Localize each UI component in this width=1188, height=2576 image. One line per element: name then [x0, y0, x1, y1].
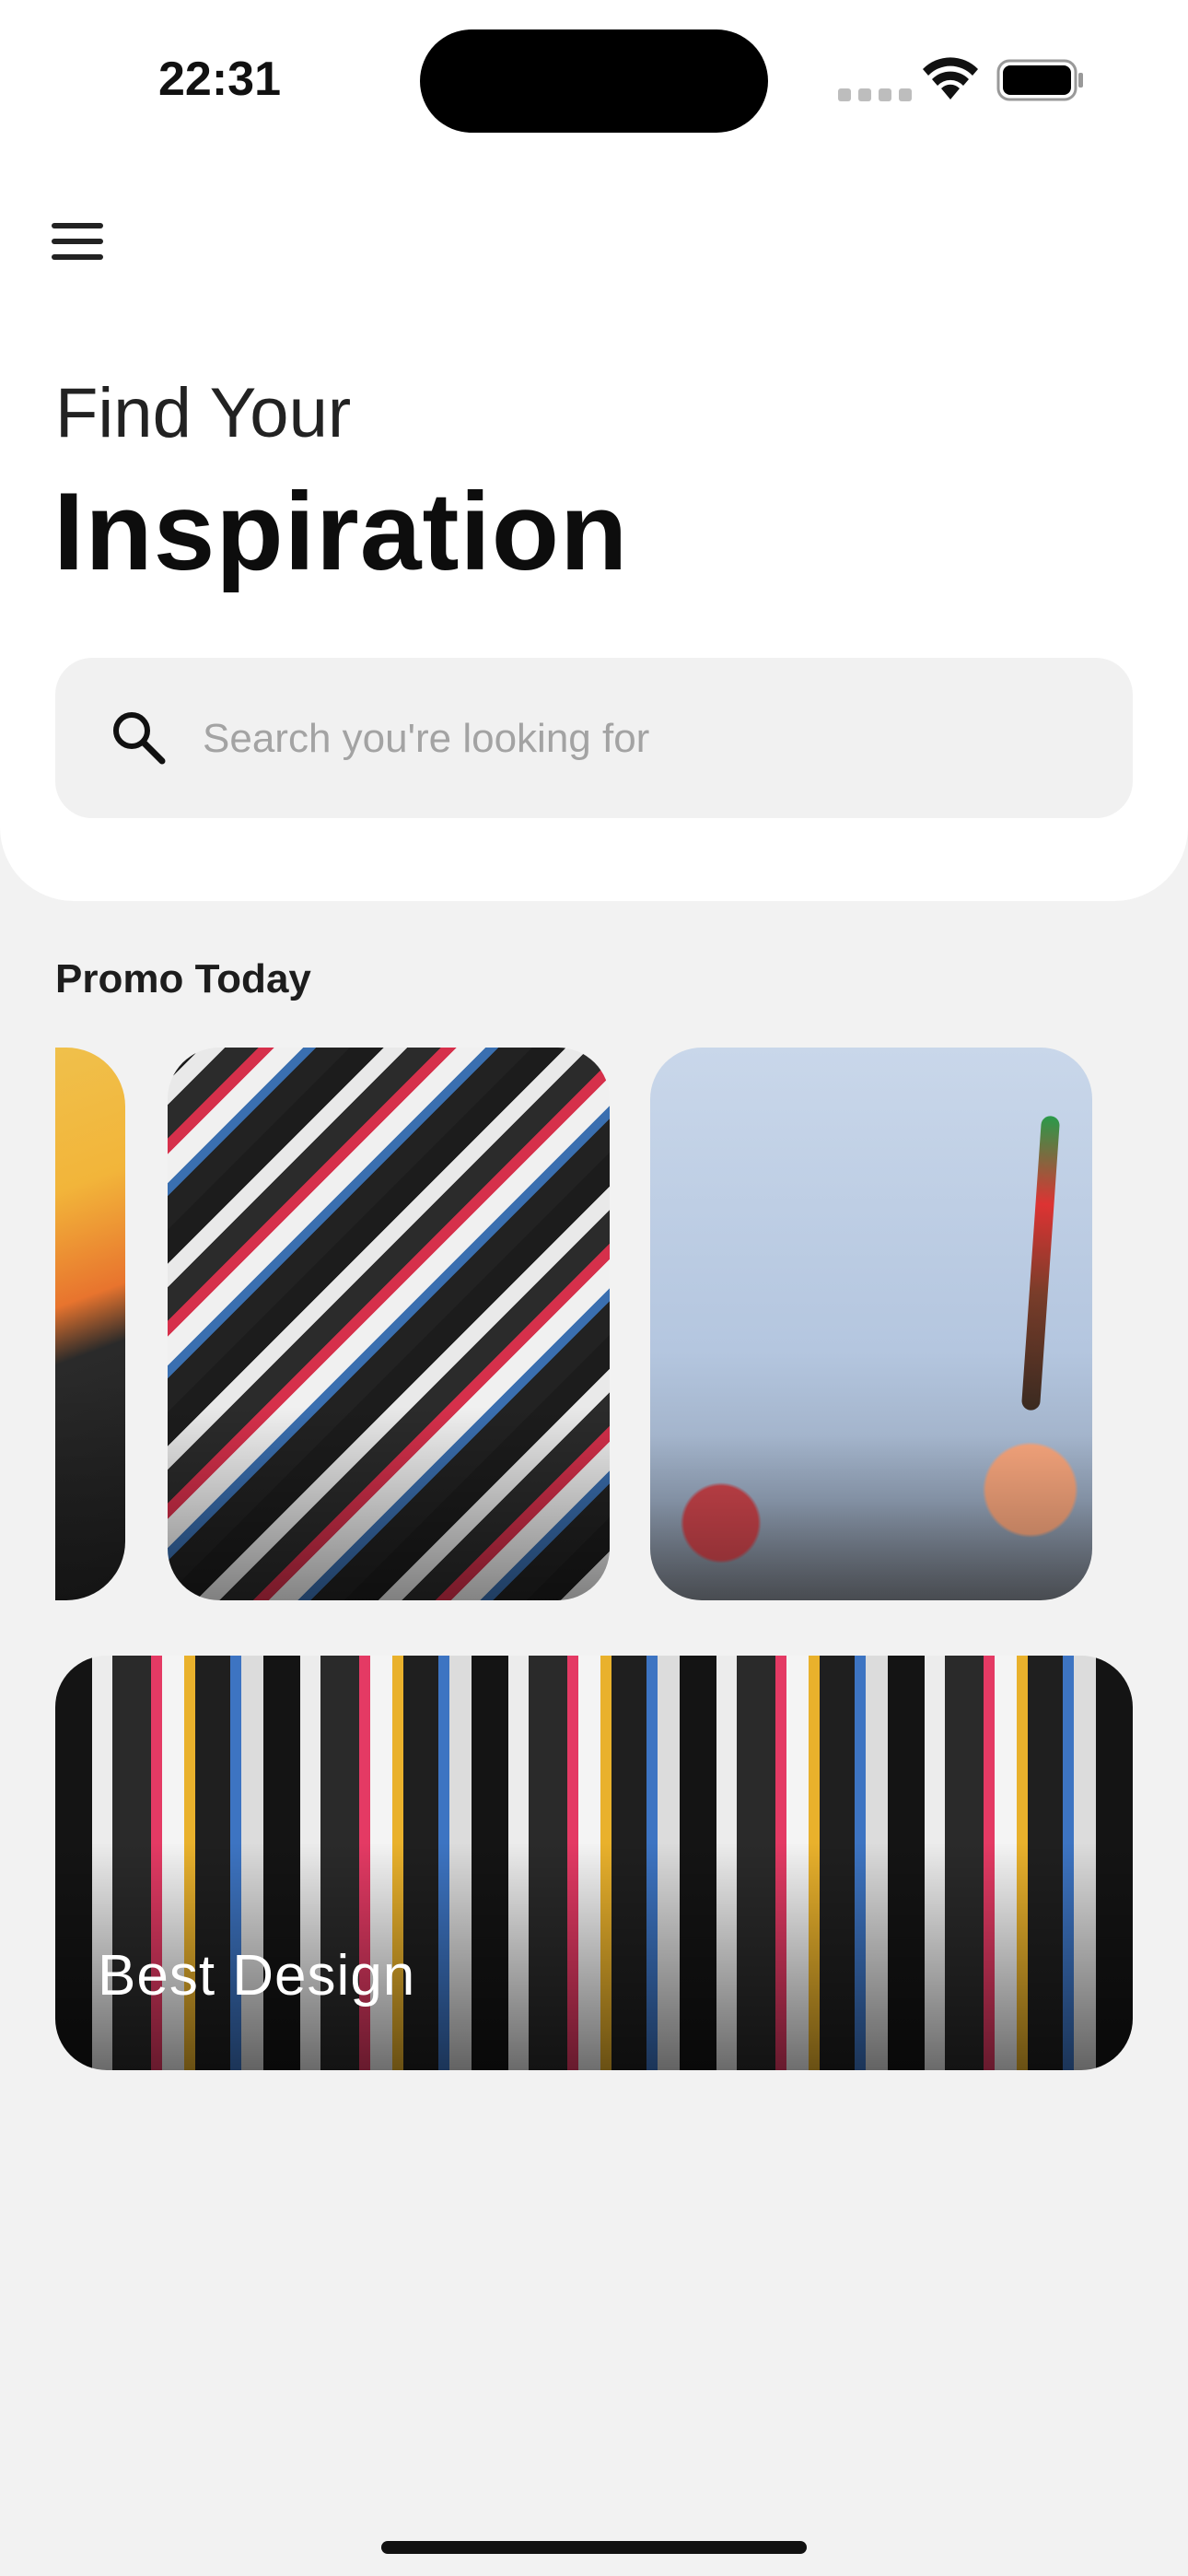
header-panel: 22:31 Find Your Inspiration [0, 0, 1188, 901]
status-time: 22:31 [158, 53, 281, 106]
battery-icon [996, 59, 1083, 101]
promo-card-1[interactable] [55, 1048, 125, 1600]
subtitle-text: Find Your [55, 374, 352, 452]
search-input[interactable] [201, 706, 1089, 772]
hamburger-menu-icon[interactable] [52, 219, 103, 263]
promo-card-3[interactable] [650, 1048, 1092, 1600]
paint-brush-image [1020, 1115, 1061, 1411]
wifi-icon [923, 57, 978, 100]
cellular-signal-icon [838, 88, 914, 101]
search-icon[interactable] [107, 706, 171, 770]
best-design-banner[interactable]: Best Design [55, 1656, 1133, 2070]
dynamic-island [420, 29, 768, 133]
promo-section-title: Promo Today [55, 956, 311, 1001]
banner-label: Best Design [98, 1944, 416, 2008]
promo-card-2[interactable] [168, 1048, 610, 1600]
search-bar[interactable] [55, 658, 1133, 818]
home-indicator[interactable] [381, 2541, 807, 2554]
page-title: Inspiration [53, 470, 629, 593]
